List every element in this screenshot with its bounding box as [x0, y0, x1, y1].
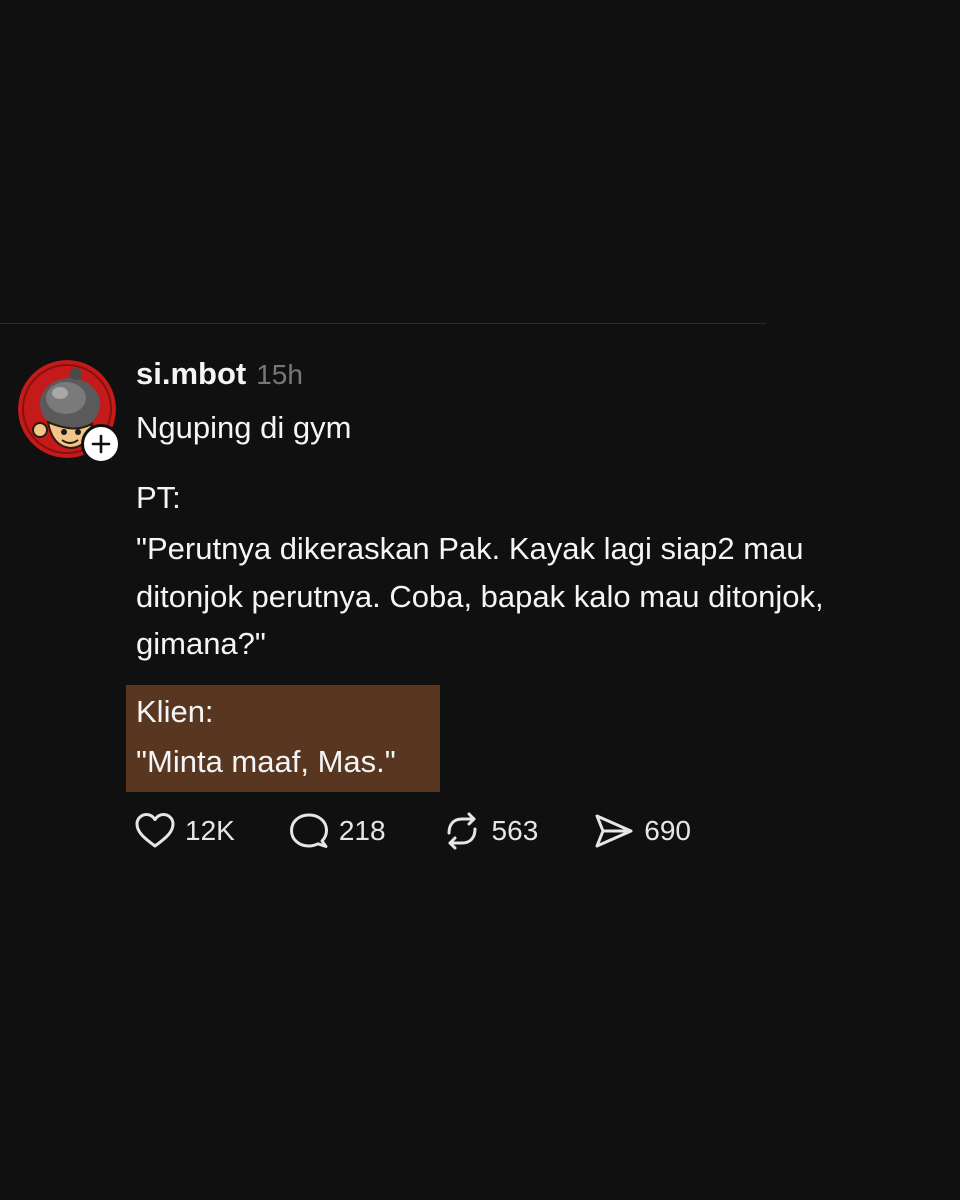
post-body-line: "Perutnya dikeraskan Pak. Kayak lagi sia…: [136, 531, 804, 566]
follow-button[interactable]: [81, 424, 121, 464]
post-header: si.mbot 15h: [136, 356, 303, 396]
post-title-line: Nguping di gym: [136, 410, 352, 445]
post-timestamp: 15h: [256, 359, 303, 390]
post-body-line: ditonjok perutnya. Coba, bapak kalo mau …: [136, 579, 824, 614]
share-button[interactable]: 690: [593, 811, 691, 851]
post-body-line: gimana?": [136, 626, 266, 661]
heart-icon: [135, 813, 175, 848]
like-count: 12K: [185, 815, 235, 846]
reply-button[interactable]: 218: [288, 811, 386, 851]
thread-divider: [0, 323, 766, 324]
highlighted-line: Klien:: [136, 694, 214, 729]
username[interactable]: si.mbot: [136, 356, 246, 392]
send-icon: [595, 814, 633, 848]
highlighted-quote: Klien: "Minta maaf, Mas.": [126, 685, 440, 792]
repost-icon: [447, 812, 477, 850]
like-button[interactable]: 12K: [134, 811, 235, 851]
comment-icon: [289, 813, 328, 848]
post-actions-bar: 12K 218 563 690: [134, 808, 691, 854]
repost-count: 563: [491, 815, 539, 846]
plus-icon: [91, 434, 111, 454]
highlighted-line: "Minta maaf, Mas.": [136, 744, 396, 779]
share-count: 690: [644, 815, 691, 846]
post-body-line: PT:: [136, 480, 181, 515]
reply-count: 218: [338, 815, 386, 846]
repost-button[interactable]: 563: [441, 811, 539, 851]
